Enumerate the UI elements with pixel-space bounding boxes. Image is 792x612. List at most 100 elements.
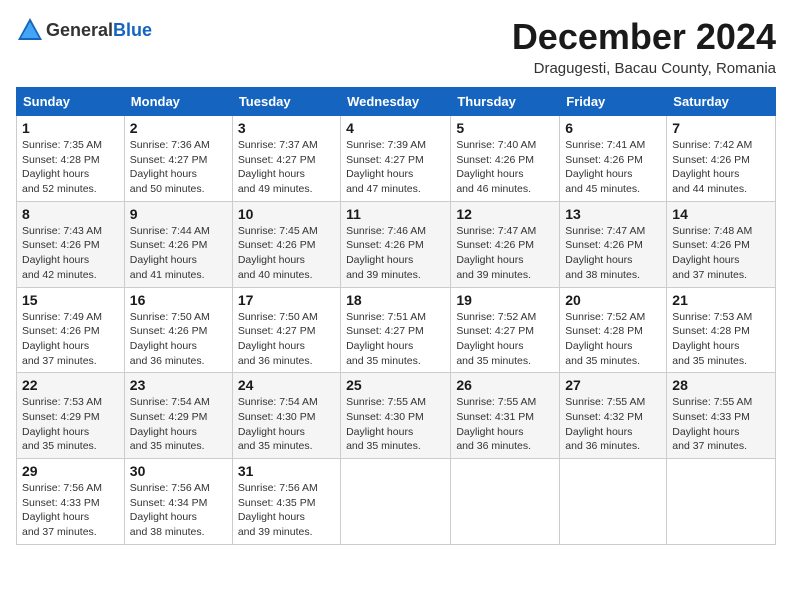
day-detail: Sunrise: 7:47 AMSunset: 4:26 PMDaylight … — [565, 225, 645, 281]
day-number: 6 — [565, 120, 661, 136]
day-cell-15: 15 Sunrise: 7:49 AMSunset: 4:26 PMDaylig… — [17, 287, 125, 373]
day-detail: Sunrise: 7:48 AMSunset: 4:26 PMDaylight … — [672, 225, 752, 281]
logo-blue-text: Blue — [113, 20, 152, 41]
calendar-week-row: 15 Sunrise: 7:49 AMSunset: 4:26 PMDaylig… — [17, 287, 776, 373]
day-number: 30 — [130, 463, 227, 479]
empty-cell — [341, 459, 451, 545]
day-detail: Sunrise: 7:55 AMSunset: 4:31 PMDaylight … — [456, 396, 536, 452]
col-wednesday: Wednesday — [341, 88, 451, 116]
day-number: 18 — [346, 292, 445, 308]
day-detail: Sunrise: 7:54 AMSunset: 4:29 PMDaylight … — [130, 396, 210, 452]
day-cell-1: 1 Sunrise: 7:35 AMSunset: 4:28 PMDayligh… — [17, 116, 125, 202]
day-number: 1 — [22, 120, 119, 136]
day-cell-14: 14 Sunrise: 7:48 AMSunset: 4:26 PMDaylig… — [667, 201, 776, 287]
day-number: 31 — [238, 463, 335, 479]
day-cell-27: 27 Sunrise: 7:55 AMSunset: 4:32 PMDaylig… — [560, 373, 667, 459]
day-detail: Sunrise: 7:53 AMSunset: 4:29 PMDaylight … — [22, 396, 102, 452]
day-cell-17: 17 Sunrise: 7:50 AMSunset: 4:27 PMDaylig… — [232, 287, 340, 373]
day-cell-19: 19 Sunrise: 7:52 AMSunset: 4:27 PMDaylig… — [451, 287, 560, 373]
day-cell-7: 7 Sunrise: 7:42 AMSunset: 4:26 PMDayligh… — [667, 116, 776, 202]
day-number: 11 — [346, 206, 445, 222]
day-number: 25 — [346, 377, 445, 393]
day-detail: Sunrise: 7:46 AMSunset: 4:26 PMDaylight … — [346, 225, 426, 281]
calendar-week-row: 22 Sunrise: 7:53 AMSunset: 4:29 PMDaylig… — [17, 373, 776, 459]
day-number: 8 — [22, 206, 119, 222]
empty-cell — [451, 459, 560, 545]
month-year-title: December 2024 — [512, 16, 776, 58]
day-cell-22: 22 Sunrise: 7:53 AMSunset: 4:29 PMDaylig… — [17, 373, 125, 459]
day-detail: Sunrise: 7:56 AMSunset: 4:33 PMDaylight … — [22, 482, 102, 538]
day-cell-12: 12 Sunrise: 7:47 AMSunset: 4:26 PMDaylig… — [451, 201, 560, 287]
day-detail: Sunrise: 7:56 AMSunset: 4:35 PMDaylight … — [238, 482, 318, 538]
day-detail: Sunrise: 7:50 AMSunset: 4:26 PMDaylight … — [130, 311, 210, 367]
day-detail: Sunrise: 7:41 AMSunset: 4:26 PMDaylight … — [565, 139, 645, 195]
calendar-table: Sunday Monday Tuesday Wednesday Thursday… — [16, 87, 776, 545]
day-detail: Sunrise: 7:40 AMSunset: 4:26 PMDaylight … — [456, 139, 536, 195]
day-number: 21 — [672, 292, 770, 308]
day-cell-8: 8 Sunrise: 7:43 AMSunset: 4:26 PMDayligh… — [17, 201, 125, 287]
day-number: 22 — [22, 377, 119, 393]
day-cell-24: 24 Sunrise: 7:54 AMSunset: 4:30 PMDaylig… — [232, 373, 340, 459]
day-cell-3: 3 Sunrise: 7:37 AMSunset: 4:27 PMDayligh… — [232, 116, 340, 202]
col-monday: Monday — [124, 88, 232, 116]
day-number: 3 — [238, 120, 335, 136]
calendar-week-row: 1 Sunrise: 7:35 AMSunset: 4:28 PMDayligh… — [17, 116, 776, 202]
day-cell-30: 30 Sunrise: 7:56 AMSunset: 4:34 PMDaylig… — [124, 459, 232, 545]
col-saturday: Saturday — [667, 88, 776, 116]
empty-cell — [560, 459, 667, 545]
day-cell-25: 25 Sunrise: 7:55 AMSunset: 4:30 PMDaylig… — [341, 373, 451, 459]
day-detail: Sunrise: 7:39 AMSunset: 4:27 PMDaylight … — [346, 139, 426, 195]
day-cell-4: 4 Sunrise: 7:39 AMSunset: 4:27 PMDayligh… — [341, 116, 451, 202]
day-number: 12 — [456, 206, 554, 222]
day-detail: Sunrise: 7:51 AMSunset: 4:27 PMDaylight … — [346, 311, 426, 367]
day-detail: Sunrise: 7:43 AMSunset: 4:26 PMDaylight … — [22, 225, 102, 281]
day-number: 20 — [565, 292, 661, 308]
col-friday: Friday — [560, 88, 667, 116]
day-cell-10: 10 Sunrise: 7:45 AMSunset: 4:26 PMDaylig… — [232, 201, 340, 287]
day-number: 24 — [238, 377, 335, 393]
day-number: 9 — [130, 206, 227, 222]
day-number: 17 — [238, 292, 335, 308]
day-detail: Sunrise: 7:49 AMSunset: 4:26 PMDaylight … — [22, 311, 102, 367]
day-number: 4 — [346, 120, 445, 136]
day-cell-20: 20 Sunrise: 7:52 AMSunset: 4:28 PMDaylig… — [560, 287, 667, 373]
day-cell-9: 9 Sunrise: 7:44 AMSunset: 4:26 PMDayligh… — [124, 201, 232, 287]
day-cell-21: 21 Sunrise: 7:53 AMSunset: 4:28 PMDaylig… — [667, 287, 776, 373]
day-detail: Sunrise: 7:47 AMSunset: 4:26 PMDaylight … — [456, 225, 536, 281]
calendar-header-row: Sunday Monday Tuesday Wednesday Thursday… — [17, 88, 776, 116]
day-detail: Sunrise: 7:44 AMSunset: 4:26 PMDaylight … — [130, 225, 210, 281]
calendar-body: 1 Sunrise: 7:35 AMSunset: 4:28 PMDayligh… — [17, 116, 776, 545]
logo-general-text: General — [46, 20, 113, 41]
day-number: 2 — [130, 120, 227, 136]
location-subtitle: Dragugesti, Bacau County, Romania — [512, 60, 776, 77]
day-number: 27 — [565, 377, 661, 393]
day-cell-31: 31 Sunrise: 7:56 AMSunset: 4:35 PMDaylig… — [232, 459, 340, 545]
title-block: December 2024 Dragugesti, Bacau County, … — [512, 16, 776, 77]
day-detail: Sunrise: 7:53 AMSunset: 4:28 PMDaylight … — [672, 311, 752, 367]
day-detail: Sunrise: 7:54 AMSunset: 4:30 PMDaylight … — [238, 396, 318, 452]
day-detail: Sunrise: 7:55 AMSunset: 4:33 PMDaylight … — [672, 396, 752, 452]
day-cell-28: 28 Sunrise: 7:55 AMSunset: 4:33 PMDaylig… — [667, 373, 776, 459]
day-number: 13 — [565, 206, 661, 222]
day-detail: Sunrise: 7:52 AMSunset: 4:27 PMDaylight … — [456, 311, 536, 367]
day-cell-11: 11 Sunrise: 7:46 AMSunset: 4:26 PMDaylig… — [341, 201, 451, 287]
col-thursday: Thursday — [451, 88, 560, 116]
day-cell-18: 18 Sunrise: 7:51 AMSunset: 4:27 PMDaylig… — [341, 287, 451, 373]
calendar-week-row: 8 Sunrise: 7:43 AMSunset: 4:26 PMDayligh… — [17, 201, 776, 287]
header: GeneralBlue December 2024 Dragugesti, Ba… — [16, 16, 776, 77]
day-detail: Sunrise: 7:45 AMSunset: 4:26 PMDaylight … — [238, 225, 318, 281]
empty-cell — [667, 459, 776, 545]
day-cell-5: 5 Sunrise: 7:40 AMSunset: 4:26 PMDayligh… — [451, 116, 560, 202]
day-detail: Sunrise: 7:35 AMSunset: 4:28 PMDaylight … — [22, 139, 102, 195]
day-number: 5 — [456, 120, 554, 136]
logo-icon — [16, 16, 44, 44]
day-detail: Sunrise: 7:56 AMSunset: 4:34 PMDaylight … — [130, 482, 210, 538]
day-number: 28 — [672, 377, 770, 393]
day-number: 19 — [456, 292, 554, 308]
day-number: 16 — [130, 292, 227, 308]
day-number: 10 — [238, 206, 335, 222]
page-container: GeneralBlue December 2024 Dragugesti, Ba… — [16, 16, 776, 545]
day-number: 14 — [672, 206, 770, 222]
day-detail: Sunrise: 7:50 AMSunset: 4:27 PMDaylight … — [238, 311, 318, 367]
day-cell-16: 16 Sunrise: 7:50 AMSunset: 4:26 PMDaylig… — [124, 287, 232, 373]
